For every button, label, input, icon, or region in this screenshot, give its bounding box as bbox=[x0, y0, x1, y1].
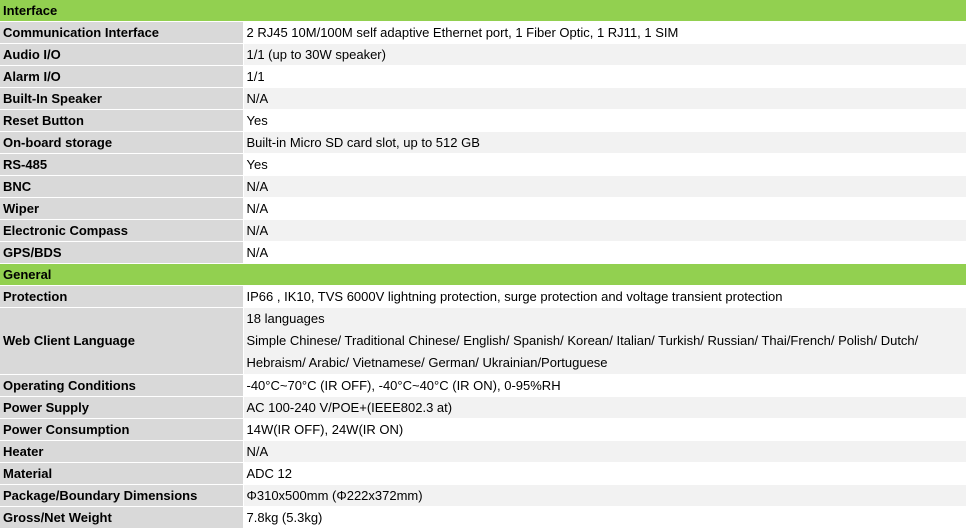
spec-value-line: ADC 12 bbox=[246, 466, 293, 481]
spec-value-line: N/A bbox=[246, 444, 269, 459]
spec-row: BNC N/A bbox=[0, 175, 966, 198]
spec-label: Protection bbox=[0, 285, 244, 308]
spec-row: Electronic Compass N/A bbox=[0, 219, 966, 242]
spec-value-line: N/A bbox=[246, 201, 269, 216]
spec-value: 14W(IR OFF), 24W(IR ON) bbox=[243, 418, 966, 441]
spec-value: Yes bbox=[243, 109, 966, 132]
spec-value: 18 languages Simple Chinese/ Traditional … bbox=[243, 307, 966, 375]
spec-value: N/A bbox=[243, 440, 966, 463]
spec-value-line: IP66 , IK10, TVS 6000V lightning protect… bbox=[246, 289, 783, 304]
spec-value-line: N/A bbox=[246, 223, 269, 238]
spec-value-line: AC 100-240 V/POE+(IEEE802.3 at) bbox=[246, 400, 453, 415]
section-header-general: General bbox=[0, 263, 966, 286]
spec-label: Communication Interface bbox=[0, 21, 244, 44]
spec-value: ADC 12 bbox=[243, 462, 966, 485]
spec-label: BNC bbox=[0, 175, 244, 198]
spec-row: Heater N/A bbox=[0, 440, 966, 463]
spec-row: Reset Button Yes bbox=[0, 109, 966, 132]
spec-label: Power Supply bbox=[0, 396, 244, 419]
spec-value-line: N/A bbox=[246, 179, 269, 194]
spec-value-line: 1/1 bbox=[246, 69, 265, 84]
spec-row: Material ADC 12 bbox=[0, 462, 966, 485]
spec-value: N/A bbox=[243, 175, 966, 198]
spec-label: Operating Conditions bbox=[0, 374, 244, 397]
spec-value: IP66 , IK10, TVS 6000V lightning protect… bbox=[243, 285, 966, 308]
spec-label: Built-In Speaker bbox=[0, 87, 244, 110]
spec-value: 1/1 bbox=[243, 65, 966, 88]
spec-value: N/A bbox=[243, 241, 966, 264]
spec-table: Interface Communication Interface 2 RJ45 1… bbox=[0, 0, 966, 529]
spec-label: GPS/BDS bbox=[0, 241, 244, 264]
spec-row: On-board storage Built-in Micro SD card s… bbox=[0, 131, 966, 154]
spec-label: Audio I/O bbox=[0, 43, 244, 66]
spec-value-line: Hebraism/ Arabic/ Vietnamese/ German/ Uk… bbox=[246, 355, 608, 370]
spec-label: Alarm I/O bbox=[0, 65, 244, 88]
spec-value-line: -40°C~70°C (IR OFF), -40°C~40°C (IR ON),… bbox=[246, 378, 561, 393]
spec-value: Yes bbox=[243, 153, 966, 176]
spec-value-line: 7.8kg (5.3kg) bbox=[246, 510, 323, 525]
spec-row: Alarm I/O 1/1 bbox=[0, 65, 966, 88]
spec-row: Protection IP66 , IK10, TVS 6000V lightni… bbox=[0, 285, 966, 308]
spec-value: Φ310x500mm (Φ222x372mm) bbox=[243, 484, 966, 507]
spec-row: Web Client Language 18 languages Simple Ch… bbox=[0, 307, 966, 375]
spec-row: Operating Conditions -40°C~70°C (IR OFF),… bbox=[0, 374, 966, 397]
spec-value-line: Yes bbox=[246, 157, 268, 172]
spec-label: Reset Button bbox=[0, 109, 244, 132]
spec-value-line: N/A bbox=[246, 245, 269, 260]
section-title: Interface bbox=[0, 0, 966, 22]
spec-value: N/A bbox=[243, 87, 966, 110]
spec-value-line: Φ310x500mm (Φ222x372mm) bbox=[246, 488, 423, 503]
spec-value: AC 100-240 V/POE+(IEEE802.3 at) bbox=[243, 396, 966, 419]
spec-value: N/A bbox=[243, 219, 966, 242]
spec-label: Electronic Compass bbox=[0, 219, 244, 242]
spec-row: Wiper N/A bbox=[0, 197, 966, 220]
spec-value: -40°C~70°C (IR OFF), -40°C~40°C (IR ON),… bbox=[243, 374, 966, 397]
spec-row: Power Supply AC 100-240 V/POE+(IEEE802.3 … bbox=[0, 396, 966, 419]
spec-value: N/A bbox=[243, 197, 966, 220]
section-header-interface: Interface bbox=[0, 0, 966, 22]
section-title: General bbox=[0, 263, 966, 286]
spec-value-line: Yes bbox=[246, 113, 268, 128]
spec-row: Gross/Net Weight 7.8kg (5.3kg) bbox=[0, 506, 966, 529]
spec-row: RS-485 Yes bbox=[0, 153, 966, 176]
spec-label: Heater bbox=[0, 440, 244, 463]
spec-label: Power Consumption bbox=[0, 418, 244, 441]
spec-value-line: 14W(IR OFF), 24W(IR ON) bbox=[246, 422, 404, 437]
spec-value: 2 RJ45 10M/100M self adaptive Ethernet p… bbox=[243, 21, 966, 44]
spec-label: Wiper bbox=[0, 197, 244, 220]
spec-row: Package/Boundary Dimensions Φ310x500mm (Φ… bbox=[0, 484, 966, 507]
spec-table-body: Interface Communication Interface 2 RJ45 1… bbox=[0, 0, 966, 529]
spec-row: Built-In Speaker N/A bbox=[0, 87, 966, 110]
spec-row: Power Consumption 14W(IR OFF), 24W(IR ON) bbox=[0, 418, 966, 441]
spec-value-line: 1/1 (up to 30W speaker) bbox=[246, 47, 386, 62]
spec-row: GPS/BDS N/A bbox=[0, 241, 966, 264]
spec-value-line: 18 languages bbox=[246, 311, 325, 326]
spec-value-line: Built-in Micro SD card slot, up to 512 G… bbox=[246, 135, 480, 150]
spec-label: RS-485 bbox=[0, 153, 244, 176]
spec-label: Gross/Net Weight bbox=[0, 506, 244, 529]
spec-label: Material bbox=[0, 462, 244, 485]
spec-label: Package/Boundary Dimensions bbox=[0, 484, 244, 507]
spec-label: On-board storage bbox=[0, 131, 244, 154]
spec-value: 1/1 (up to 30W speaker) bbox=[243, 43, 966, 66]
spec-value-line: Simple Chinese/ Traditional Chinese/ Eng… bbox=[246, 333, 919, 348]
spec-value-line: 2 RJ45 10M/100M self adaptive Ethernet p… bbox=[246, 25, 679, 40]
spec-value: Built-in Micro SD card slot, up to 512 G… bbox=[243, 131, 966, 154]
spec-row: Audio I/O 1/1 (up to 30W speaker) bbox=[0, 43, 966, 66]
spec-value: 7.8kg (5.3kg) bbox=[243, 506, 966, 529]
spec-row: Communication Interface 2 RJ45 10M/100M s… bbox=[0, 21, 966, 44]
spec-label: Web Client Language bbox=[0, 307, 244, 375]
spec-value-line: N/A bbox=[246, 91, 269, 106]
